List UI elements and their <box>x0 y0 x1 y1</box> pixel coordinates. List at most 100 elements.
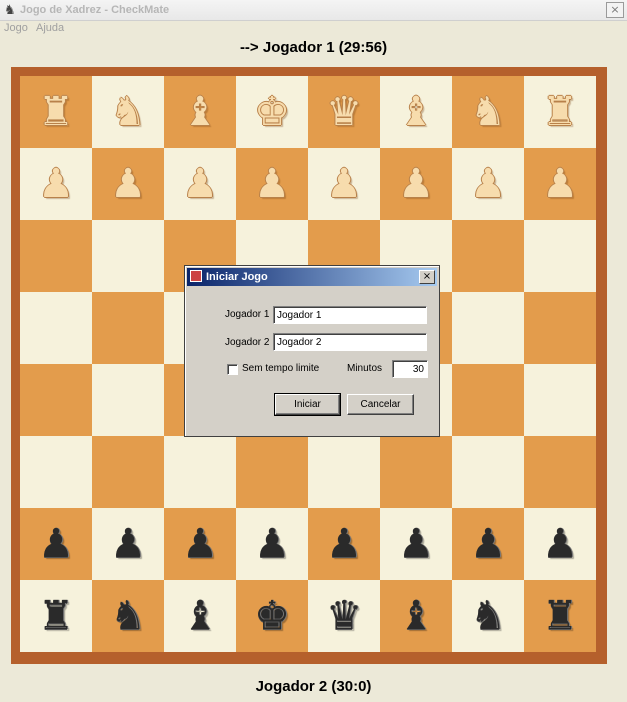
board-square[interactable]: ♜ <box>524 580 596 652</box>
player1-label: Jogador 1 <box>225 309 270 320</box>
board-square[interactable]: ♞ <box>92 580 164 652</box>
board-square[interactable]: ♝ <box>164 580 236 652</box>
board-square[interactable] <box>452 364 524 436</box>
pawn-white-icon[interactable]: ♟ <box>38 164 74 204</box>
board-square[interactable] <box>20 292 92 364</box>
bishop-white-icon[interactable]: ♝ <box>182 92 218 132</box>
board-square[interactable]: ♟ <box>380 508 452 580</box>
board-square[interactable]: ♛ <box>308 76 380 148</box>
board-square[interactable] <box>452 220 524 292</box>
start-button[interactable]: Iniciar <box>274 393 341 416</box>
pawn-white-icon[interactable]: ♟ <box>398 164 434 204</box>
board-square[interactable]: ♟ <box>308 148 380 220</box>
board-square[interactable]: ♟ <box>308 508 380 580</box>
dialog-app-icon <box>190 270 202 282</box>
board-square[interactable]: ♟ <box>92 508 164 580</box>
chess-app-icon: ♞ <box>4 2 16 17</box>
pawn-white-icon[interactable]: ♟ <box>470 164 506 204</box>
board-square[interactable]: ♟ <box>164 148 236 220</box>
knight-white-icon[interactable]: ♞ <box>470 92 506 132</box>
board-square[interactable]: ♟ <box>524 148 596 220</box>
board-square[interactable]: ♟ <box>92 148 164 220</box>
pawn-black-icon[interactable]: ♟ <box>254 524 290 564</box>
board-square[interactable] <box>524 364 596 436</box>
king-white-icon[interactable]: ♚ <box>254 92 290 132</box>
board-square[interactable] <box>452 436 524 508</box>
board-square[interactable] <box>380 436 452 508</box>
dialog-close-button[interactable]: × <box>419 270 435 284</box>
window-title: Jogo de Xadrez - CheckMate <box>20 4 170 16</box>
rook-white-icon[interactable]: ♜ <box>542 92 578 132</box>
pawn-black-icon[interactable]: ♟ <box>398 524 434 564</box>
board-square[interactable] <box>20 220 92 292</box>
knight-black-icon[interactable]: ♞ <box>110 596 146 636</box>
board-square[interactable] <box>20 436 92 508</box>
board-square[interactable]: ♞ <box>92 76 164 148</box>
board-square[interactable] <box>20 364 92 436</box>
pawn-white-icon[interactable]: ♟ <box>326 164 362 204</box>
dialog-title-bar: Iniciar Jogo × <box>187 268 437 286</box>
board-square[interactable] <box>236 436 308 508</box>
menu-ajuda[interactable]: Ajuda <box>36 21 64 36</box>
board-square[interactable]: ♟ <box>20 508 92 580</box>
pawn-black-icon[interactable]: ♟ <box>470 524 506 564</box>
board-square[interactable]: ♞ <box>452 76 524 148</box>
minutes-input[interactable] <box>392 360 428 378</box>
board-square[interactable]: ♟ <box>164 508 236 580</box>
board-square[interactable]: ♝ <box>164 76 236 148</box>
board-square[interactable]: ♚ <box>236 580 308 652</box>
board-square[interactable]: ♟ <box>380 148 452 220</box>
knight-black-icon[interactable]: ♞ <box>470 596 506 636</box>
board-square[interactable]: ♜ <box>20 580 92 652</box>
board-square[interactable] <box>92 364 164 436</box>
board-square[interactable]: ♟ <box>524 508 596 580</box>
board-square[interactable] <box>92 220 164 292</box>
pawn-black-icon[interactable]: ♟ <box>110 524 146 564</box>
board-square[interactable]: ♛ <box>308 580 380 652</box>
board-square[interactable]: ♜ <box>20 76 92 148</box>
board-square[interactable] <box>92 436 164 508</box>
king-black-icon[interactable]: ♚ <box>254 596 290 636</box>
start-game-dialog: Iniciar Jogo × Jogador 1 Jogador 2 Sem t… <box>184 265 440 437</box>
board-square[interactable]: ♟ <box>20 148 92 220</box>
rook-black-icon[interactable]: ♜ <box>38 596 74 636</box>
bishop-white-icon[interactable]: ♝ <box>398 92 434 132</box>
pawn-black-icon[interactable]: ♟ <box>542 524 578 564</box>
window-close-button[interactable]: × <box>606 2 624 18</box>
pawn-white-icon[interactable]: ♟ <box>254 164 290 204</box>
cancel-button[interactable]: Cancelar <box>347 394 414 415</box>
pawn-black-icon[interactable]: ♟ <box>38 524 74 564</box>
board-square[interactable] <box>164 436 236 508</box>
board-square[interactable]: ♚ <box>236 76 308 148</box>
no-time-limit-checkbox[interactable] <box>227 364 238 375</box>
pawn-black-icon[interactable]: ♟ <box>182 524 218 564</box>
bishop-black-icon[interactable]: ♝ <box>182 596 218 636</box>
board-square[interactable]: ♞ <box>452 580 524 652</box>
board-square[interactable]: ♟ <box>236 508 308 580</box>
bishop-black-icon[interactable]: ♝ <box>398 596 434 636</box>
board-square[interactable] <box>92 292 164 364</box>
board-square[interactable] <box>308 436 380 508</box>
board-square[interactable] <box>452 292 524 364</box>
board-square[interactable] <box>524 436 596 508</box>
board-square[interactable]: ♟ <box>236 148 308 220</box>
board-square[interactable] <box>524 220 596 292</box>
board-square[interactable] <box>524 292 596 364</box>
pawn-white-icon[interactable]: ♟ <box>542 164 578 204</box>
player2-name-input[interactable] <box>273 333 427 351</box>
pawn-white-icon[interactable]: ♟ <box>110 164 146 204</box>
knight-white-icon[interactable]: ♞ <box>110 92 146 132</box>
board-square[interactable]: ♝ <box>380 76 452 148</box>
menu-jogo[interactable]: Jogo <box>4 21 28 36</box>
queen-white-icon[interactable]: ♛ <box>326 92 362 132</box>
rook-white-icon[interactable]: ♜ <box>38 92 74 132</box>
pawn-white-icon[interactable]: ♟ <box>182 164 218 204</box>
board-square[interactable]: ♟ <box>452 508 524 580</box>
queen-black-icon[interactable]: ♛ <box>326 596 362 636</box>
board-square[interactable]: ♝ <box>380 580 452 652</box>
board-square[interactable]: ♜ <box>524 76 596 148</box>
rook-black-icon[interactable]: ♜ <box>542 596 578 636</box>
player1-name-input[interactable] <box>273 306 427 324</box>
board-square[interactable]: ♟ <box>452 148 524 220</box>
pawn-black-icon[interactable]: ♟ <box>326 524 362 564</box>
